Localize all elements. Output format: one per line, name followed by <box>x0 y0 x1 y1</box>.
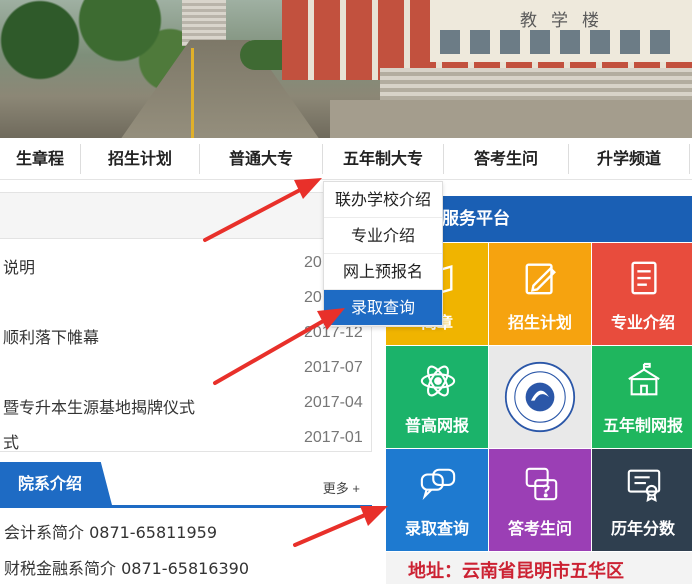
tile-faq[interactable]: 答考生问 <box>489 449 591 551</box>
menu-item-admission-query[interactable]: 录取查询 <box>324 290 442 326</box>
tile-past-scores[interactable]: 历年分数 <box>592 449 692 551</box>
campus-banner-image: 教学楼 <box>0 0 692 138</box>
five-year-dropdown-menu: 联办学校介绍 专业介绍 网上预报名 录取查询 <box>323 181 443 327</box>
edit-icon <box>525 263 556 295</box>
nav-item-five-year-college[interactable]: 五年制大专 <box>323 138 443 180</box>
news-row[interactable]: 暨专升本生源基地揭牌仪式 2017-04 <box>0 386 372 421</box>
tile-label: 普高网报 <box>404 416 469 435</box>
document-icon <box>631 261 657 295</box>
annotation-arrow-head <box>360 506 388 526</box>
nav-item-further-study[interactable]: 升学频道 <box>569 138 689 180</box>
school-emblem-icon <box>504 361 576 433</box>
tile-label: 招生计划 <box>507 313 572 332</box>
dept-section-header: 院系介绍 更多 + <box>0 462 372 508</box>
road-line <box>191 48 194 138</box>
address-text: 地址：云南省昆明市五华区 <box>386 552 692 584</box>
news-row[interactable]: 顺利落下帷幕 2017-12 <box>0 316 372 351</box>
news-title[interactable]: 式 <box>3 429 19 453</box>
nav-item-regular-college[interactable]: 普通大专 <box>200 138 322 180</box>
news-row[interactable]: 20 <box>0 281 372 316</box>
news-title[interactable]: 顺利落下帷幕 <box>3 324 99 348</box>
tile-label: 五年制网报 <box>602 416 683 435</box>
menu-item-online-preregistration[interactable]: 网上预报名 <box>324 254 442 290</box>
news-row[interactable]: 式 2017-01 <box>0 421 372 456</box>
news-date: 2017-04 <box>304 394 363 411</box>
tile-five-year-signup[interactable]: 五年制网报 <box>592 346 692 448</box>
menu-item-partner-schools[interactable]: 联办学校介绍 <box>324 182 442 218</box>
question-icon <box>525 467 558 501</box>
nav-item-admission-rules[interactable]: 生章程 <box>0 138 80 180</box>
news-title[interactable]: 暨专升本生源基地揭牌仪式 <box>3 394 195 418</box>
news-date: 2017-01 <box>304 429 363 446</box>
tile-label: 历年分数 <box>610 519 675 538</box>
atom-icon <box>420 365 456 397</box>
nav-item-faq[interactable]: 答考生问 <box>444 138 568 180</box>
nav-item-enrollment-plan[interactable]: 招生计划 <box>81 138 199 180</box>
tile-school-emblem <box>489 346 591 448</box>
stairs <box>182 0 226 46</box>
tile-major-intro[interactable]: 专业介绍 <box>592 243 692 345</box>
news-row[interactable]: 说明 20 <box>0 246 372 281</box>
news-panel-header: 1 <box>0 193 371 239</box>
nav-divider <box>689 144 690 174</box>
tile-label: 录取查询 <box>404 519 469 538</box>
tile-admission-query[interactable]: 录取查询 <box>386 449 488 551</box>
menu-item-majors[interactable]: 专业介绍 <box>324 218 442 254</box>
annotation-arrow <box>293 513 367 547</box>
certificate-icon <box>627 469 661 503</box>
tile-enrollment-plan[interactable]: 招生计划 <box>489 243 591 345</box>
tile-highschool-signup[interactable]: 普高网报 <box>386 346 488 448</box>
chat-icon <box>420 468 456 500</box>
news-date: 20 <box>304 254 322 271</box>
tile-label: 答考生问 <box>507 519 572 538</box>
tile-label: 专业介绍 <box>610 313 675 332</box>
dept-more-link[interactable]: 更多 + <box>323 478 360 497</box>
dept-list-item[interactable]: 会计系简介 0871-65811959 <box>4 519 217 543</box>
dept-list-item[interactable]: 财税金融系简介 0871-65816390 <box>4 555 249 579</box>
main-nav: 生章程 招生计划 普通大专 五年制大专 答考生问 升学频道 <box>0 138 692 180</box>
dept-tab-title[interactable]: 院系介绍 <box>0 462 112 505</box>
news-title[interactable]: 说明 <box>3 254 35 278</box>
plaza <box>330 100 692 138</box>
news-date: 20 <box>304 289 322 306</box>
news-date: 2017-07 <box>304 359 363 376</box>
building-sign: 教学楼 <box>520 11 613 31</box>
school-icon <box>628 362 660 396</box>
news-row[interactable]: 2017-07 <box>0 351 372 386</box>
